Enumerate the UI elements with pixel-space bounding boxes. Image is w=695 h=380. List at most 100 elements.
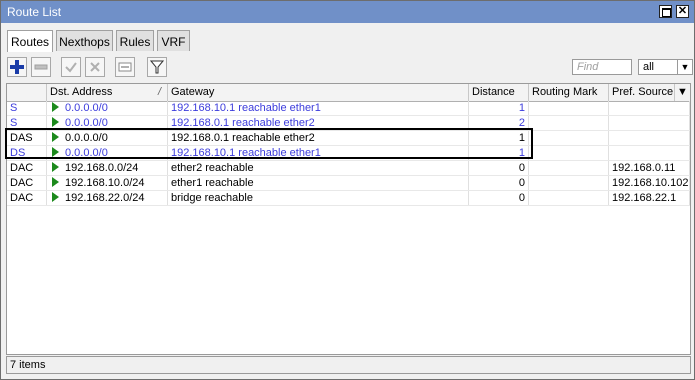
header-distance[interactable]: Distance bbox=[469, 84, 529, 101]
cell-flags: DAC bbox=[7, 191, 47, 205]
route-active-icon bbox=[52, 117, 59, 127]
cell-dst-address: 192.168.0.0/24 bbox=[47, 161, 168, 175]
header-dst-address[interactable]: Dst. Address / bbox=[47, 84, 168, 101]
cell-dst-address-text: 192.168.10.0/24 bbox=[65, 177, 145, 189]
cell-gateway: 192.168.10.1 reachable ether1 bbox=[168, 101, 469, 115]
table-row[interactable]: S 0.0.0.0/0 192.168.10.1 reachable ether1 1 bbox=[7, 101, 690, 116]
table-row[interactable]: DAC 192.168.0.0/24 ether2 reachable 0 192.16… bbox=[7, 161, 690, 176]
route-active-icon bbox=[52, 192, 59, 202]
title-bar[interactable]: Route List ✕ bbox=[1, 1, 694, 23]
cell-flags: DAC bbox=[7, 176, 47, 190]
cell-distance: 1 bbox=[469, 146, 529, 160]
cell-pref-source: 192.168.22.1 bbox=[609, 191, 690, 205]
cell-routing-mark bbox=[529, 176, 609, 190]
cell-pref-source: 192.168.0.11 bbox=[609, 161, 690, 175]
table-header: Dst. Address / Gateway Distance Routing … bbox=[7, 84, 690, 102]
cell-flags: DAC bbox=[7, 161, 47, 175]
cell-pref-source: 192.168.10.102 bbox=[609, 176, 690, 190]
tab-vrf[interactable]: VRF bbox=[157, 30, 190, 51]
cell-dst-address-text: 192.168.0.0/24 bbox=[65, 162, 139, 174]
cell-routing-mark bbox=[529, 161, 609, 175]
tab-rules[interactable]: Rules bbox=[116, 30, 154, 51]
cell-flags: DAS bbox=[7, 131, 47, 145]
add-icon[interactable] bbox=[7, 57, 27, 77]
cell-distance-text: 0 bbox=[518, 177, 525, 189]
header-routing-mark[interactable]: Routing Mark bbox=[529, 84, 609, 101]
disable-icon[interactable] bbox=[85, 57, 105, 77]
tab-routes[interactable]: Routes bbox=[7, 30, 53, 52]
cell-dst-address: 192.168.22.0/24 bbox=[47, 191, 168, 205]
cell-flags-text: S bbox=[10, 117, 18, 129]
table-row[interactable]: S 0.0.0.0/0 192.168.0.1 reachable ether2 2 bbox=[7, 116, 690, 131]
cell-distance: 2 bbox=[469, 116, 529, 130]
header-flags[interactable] bbox=[7, 84, 47, 101]
maximize-icon[interactable] bbox=[659, 5, 672, 18]
column-menu-icon[interactable]: ▼ bbox=[675, 84, 690, 101]
cell-gateway-text: ether2 reachable bbox=[171, 162, 254, 174]
filter-icon[interactable] bbox=[147, 57, 167, 77]
cell-dst-address-text: 192.168.22.0/24 bbox=[65, 192, 145, 204]
table-row[interactable]: DS 0.0.0.0/0 192.168.10.1 reachable ether1… bbox=[7, 146, 690, 161]
cell-gateway: ether1 reachable bbox=[168, 176, 469, 190]
close-icon[interactable]: ✕ bbox=[676, 5, 689, 18]
cell-dst-address-text: 0.0.0.0/0 bbox=[65, 147, 108, 159]
cell-gateway-text: 192.168.10.1 reachable ether1 bbox=[171, 102, 321, 114]
chevron-down-icon[interactable]: ▼ bbox=[677, 60, 692, 74]
cell-distance-text: 0 bbox=[518, 192, 525, 204]
cell-flags-text: DAC bbox=[10, 192, 34, 204]
cell-gateway: 192.168.0.1 reachable ether2 bbox=[168, 131, 469, 145]
header-pref-source[interactable]: Pref. Source bbox=[609, 84, 675, 101]
cell-routing-mark bbox=[529, 116, 609, 130]
cell-gateway-text: 192.168.0.1 reachable ether2 bbox=[171, 117, 315, 129]
route-active-icon bbox=[52, 132, 59, 142]
tab-nexthops[interactable]: Nexthops bbox=[56, 30, 113, 51]
sort-indicator-icon: / bbox=[157, 86, 161, 98]
route-active-icon bbox=[52, 102, 59, 112]
cell-pref-source bbox=[609, 131, 690, 145]
filter-select-value: all bbox=[643, 61, 655, 73]
cell-flags: DS bbox=[7, 146, 47, 160]
cell-routing-mark bbox=[529, 131, 609, 145]
cell-distance: 1 bbox=[469, 131, 529, 145]
cell-distance-text: 1 bbox=[518, 102, 525, 114]
cell-flags-text: DS bbox=[10, 147, 26, 159]
cell-distance-text: 1 bbox=[518, 147, 525, 159]
cell-flags-text: S bbox=[10, 102, 18, 114]
toolbar: Find all ▼ bbox=[7, 57, 693, 79]
remove-icon[interactable] bbox=[31, 57, 51, 77]
cell-gateway-text: 192.168.0.1 reachable ether2 bbox=[171, 132, 315, 144]
cell-pref-source-text: 192.168.22.1 bbox=[612, 192, 677, 204]
cell-flags-text: DAS bbox=[10, 132, 33, 144]
cell-pref-source bbox=[609, 101, 690, 115]
status-bar: 7 items bbox=[6, 356, 691, 374]
cell-distance: 0 bbox=[469, 161, 529, 175]
comment-icon[interactable] bbox=[115, 57, 135, 77]
item-count: 7 items bbox=[10, 359, 46, 371]
cell-gateway: 192.168.10.1 reachable ether1 bbox=[168, 146, 469, 160]
cell-routing-mark bbox=[529, 191, 609, 205]
table-row[interactable]: DAC 192.168.10.0/24 ether1 reachable 0 192.1… bbox=[7, 176, 690, 191]
find-input[interactable]: Find bbox=[572, 59, 632, 75]
cell-pref-source-text: 192.168.10.102 bbox=[612, 177, 689, 189]
filter-select[interactable]: all ▼ bbox=[638, 59, 693, 75]
cell-gateway-text: bridge reachable bbox=[171, 192, 253, 204]
enable-icon[interactable] bbox=[61, 57, 81, 77]
cell-dst-address: 0.0.0.0/0 bbox=[47, 101, 168, 115]
table-row[interactable]: DAS 0.0.0.0/0 192.168.0.1 reachable ether2… bbox=[7, 131, 690, 146]
table-row[interactable]: DAC 192.168.22.0/24 bridge reachable 0 192.1… bbox=[7, 191, 690, 206]
cell-dst-address: 0.0.0.0/0 bbox=[47, 146, 168, 160]
cell-distance: 0 bbox=[469, 176, 529, 190]
cell-flags: S bbox=[7, 101, 47, 115]
cell-gateway-text: ether1 reachable bbox=[171, 177, 254, 189]
cell-distance: 0 bbox=[469, 191, 529, 205]
cell-dst-address-text: 0.0.0.0/0 bbox=[65, 132, 108, 144]
cell-gateway: 192.168.0.1 reachable ether2 bbox=[168, 116, 469, 130]
cell-gateway-text: 192.168.10.1 reachable ether1 bbox=[171, 147, 321, 159]
header-gateway[interactable]: Gateway bbox=[168, 84, 469, 101]
cell-dst-address: 0.0.0.0/0 bbox=[47, 131, 168, 145]
cell-pref-source bbox=[609, 146, 690, 160]
cell-dst-address: 192.168.10.0/24 bbox=[47, 176, 168, 190]
cell-routing-mark bbox=[529, 146, 609, 160]
route-active-icon bbox=[52, 177, 59, 187]
cell-dst-address-text: 0.0.0.0/0 bbox=[65, 117, 108, 129]
